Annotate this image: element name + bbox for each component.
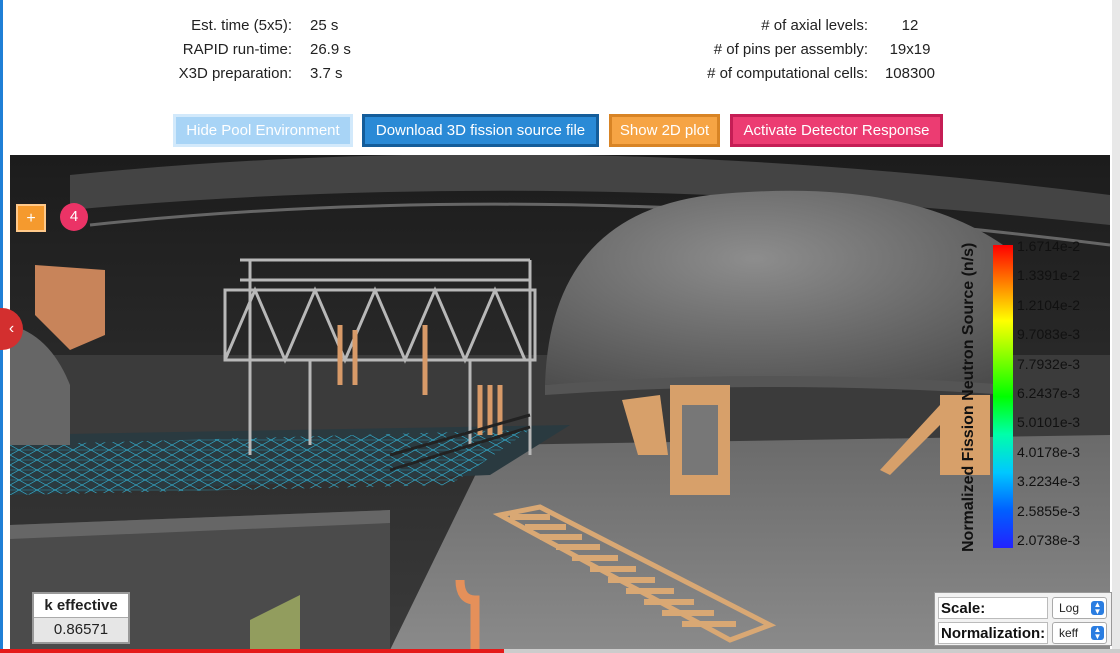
scale-label: Scale: [938,597,1048,619]
pins-per-assembly-value: 19x19 [889,41,931,58]
rapid-runtime-value: 26.9 s [310,41,351,58]
pins-per-assembly-label: # of pins per assembly: [713,41,868,58]
action-buttons: Hide Pool Environment Download 3D fissio… [0,114,1120,148]
est-time-value: 25 s [310,17,339,34]
x3d-prep-label: X3D preparation: [178,65,292,82]
show-2d-plot-button[interactable]: Show 2D plot [609,114,720,147]
colorbar-tick-label: 2.5855e-3 [1017,502,1081,519]
run-stats-right: # of axial levels: 12 # of pins per assem… [640,14,940,86]
colorbar-tick-label: 1.2104e-2 [1017,296,1081,313]
notification-badge[interactable]: 4 [60,203,88,231]
reactor-pool-scene-image [10,155,1110,650]
colorbar-tick-label: 1.6714e-2 [1017,238,1081,254]
colorbar-tick-label: 1.3391e-2 [1017,267,1081,284]
progress-fill [0,649,504,653]
k-effective-label: k effective [34,594,128,618]
colorbar-tick-label: 9.7083e-3 [1017,326,1081,343]
scale-select[interactable]: Log ▲ ▼ [1052,597,1107,619]
x3d-prep-value: 3.7 s [310,65,343,82]
normalization-label: Normalization: [938,622,1048,644]
axial-levels-value: 12 [901,17,919,34]
normalization-select-value: keff [1059,626,1079,640]
axial-levels-label: # of axial levels: [761,17,868,34]
playback-progress-bar[interactable] [0,649,1120,653]
hide-pool-button[interactable]: Hide Pool Environment [173,114,353,147]
3d-viewer[interactable] [10,155,1110,650]
colorbar-tick-label: 2.0738e-3 [1017,532,1081,548]
run-stats-left: Est. time (5x5): 25 s RAPID run-time: 26.9… [150,14,351,86]
computational-cells-label: # of computational cells: [707,65,868,82]
k-effective-value: 0.86571 [34,618,128,642]
display-controls: Scale: Log ▲ ▼ Normalization: keff ▲ ▼ [934,592,1112,646]
add-view-button[interactable]: + [16,204,46,232]
computational-cells-value: 108300 [884,65,936,82]
download-fission-source-button[interactable]: Download 3D fission source file [362,114,599,147]
colorbar-tick-label: 6.2437e-3 [1017,385,1081,401]
scale-select-value: Log [1059,601,1080,615]
scale-row: Scale: Log ▲ ▼ [938,596,1107,620]
activate-detector-button[interactable]: Activate Detector Response [730,114,943,147]
colorbar-tick-label: 3.2234e-3 [1017,473,1081,490]
normalization-row: Normalization: keff ▲ ▼ [938,621,1107,645]
est-time-label: Est. time (5x5): [191,17,292,34]
colorbar-tick-label: 7.7932e-3 [1017,355,1081,372]
rapid-runtime-label: RAPID run-time: [182,41,292,58]
normalization-select[interactable]: keff ▲ ▼ [1052,622,1107,644]
select-chevron-icon: ▲ ▼ [1091,601,1104,616]
colorbar-tick-label: 5.0101e-3 [1017,414,1081,431]
colorbar-tick-label: 4.0178e-3 [1017,443,1081,460]
k-effective-panel: k effective 0.86571 [32,592,130,644]
select-chevron-icon: ▲ ▼ [1091,626,1104,641]
